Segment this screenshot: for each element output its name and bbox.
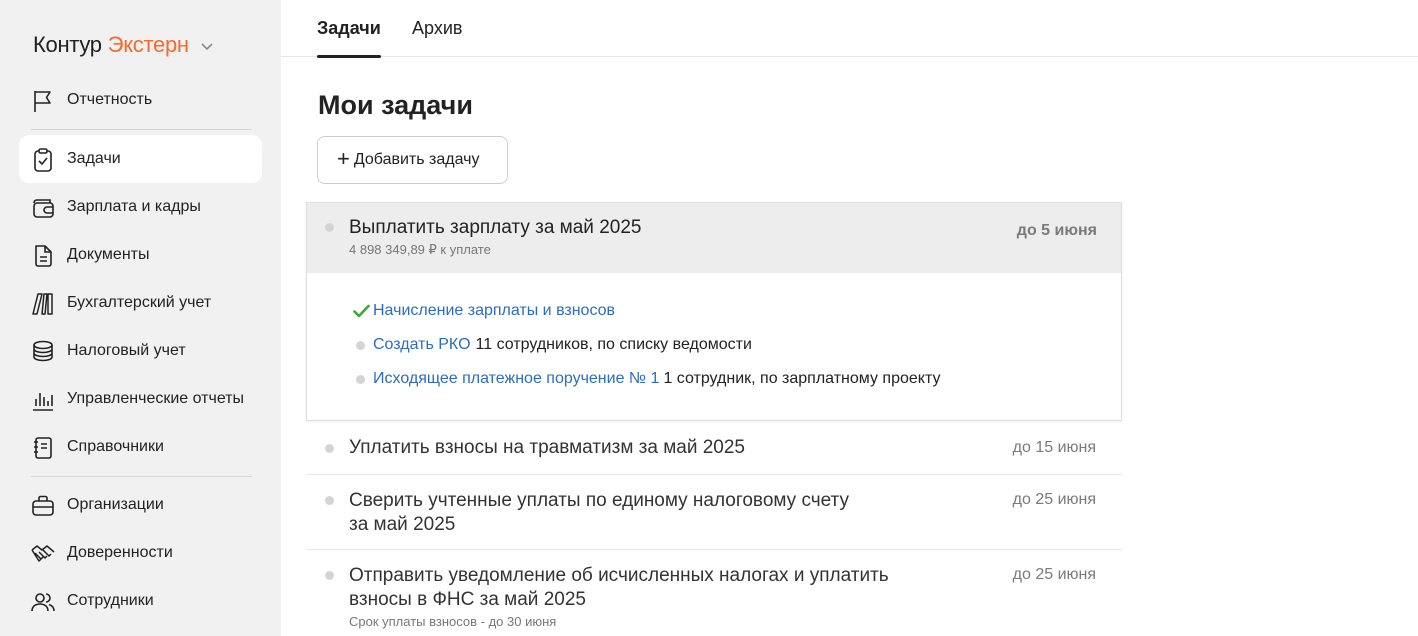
status-dot-icon	[353, 340, 373, 350]
subtask-item: Начисление зарплаты и взносов	[353, 301, 615, 321]
sidebar-divider	[31, 129, 252, 130]
subtask-link[interactable]: Начисление зарплаты и взносов	[373, 302, 615, 320]
task-title: за май 2025	[349, 514, 456, 535]
task-note: Срок уплаты взносов - до 30 июня	[349, 614, 557, 629]
task-row[interactable]: Отправить уведомление об исчисленных нал…	[306, 550, 1122, 636]
subtask-link[interactable]: Исходящее платежное поручение № 1	[373, 370, 659, 388]
task-title: Выплатить зарплату за май 2025	[349, 217, 642, 238]
sidebar-item-label: Справочники	[67, 438, 164, 455]
sidebar-divider	[31, 476, 252, 477]
document-icon	[30, 243, 56, 269]
product-name: Экстерн	[107, 32, 189, 57]
clipboard-check-icon	[30, 147, 56, 173]
sidebar-item-powers-of-attorney[interactable]: Доверенности	[19, 529, 262, 577]
top-tabs: Задачи Архив	[281, 0, 1418, 58]
task-title: Уплатить взносы на травматизм за май 202…	[349, 437, 746, 458]
sidebar: Контур Экстерн Отчетность Задачи Зарплат…	[0, 0, 281, 636]
status-dot-icon	[325, 223, 334, 232]
sidebar-item-label: Налоговый учет	[67, 342, 186, 359]
sidebar-item-employees[interactable]: Сотрудники	[19, 577, 262, 625]
task-row[interactable]: Сверить учтенные уплаты по единому налог…	[306, 475, 1122, 550]
notebook-icon	[30, 435, 56, 461]
sidebar-item-directories[interactable]: Справочники	[19, 423, 262, 471]
sidebar-item-label: Отчетность	[67, 91, 153, 108]
wallet-icon	[30, 195, 56, 221]
task-amount: 4 898 349,89 ₽ к уплате	[349, 242, 491, 257]
add-task-label: Добавить задачу	[353, 151, 480, 168]
sidebar-item-label: Документы	[67, 246, 150, 263]
sidebar-item-label: Управленческие отчеты	[67, 390, 245, 407]
task-row[interactable]: Уплатить взносы на травматизм за май 202…	[306, 422, 1122, 475]
subtask-details: 11 сотрудников, по списку ведомости	[475, 336, 752, 353]
sidebar-item-management-reports[interactable]: Управленческие отчеты	[19, 375, 262, 423]
sidebar-item-label: Задачи	[67, 150, 121, 167]
status-dot-icon	[325, 444, 334, 453]
sidebar-item-reporting[interactable]: Отчетность	[19, 76, 262, 124]
users-icon	[30, 589, 56, 615]
bar-chart-icon	[30, 387, 56, 413]
status-dot-icon	[353, 374, 373, 384]
sidebar-item-tasks[interactable]: Задачи	[19, 135, 262, 183]
coins-stack-icon	[30, 339, 56, 365]
tab-archive[interactable]: Архив	[412, 18, 462, 57]
flag-icon	[30, 88, 56, 114]
status-dot-icon	[325, 496, 334, 505]
books-icon	[30, 291, 56, 317]
sidebar-item-label: Зарплата и кадры	[67, 198, 201, 215]
subtask-link[interactable]: Создать РКО	[373, 336, 471, 354]
sidebar-item-organizations[interactable]: Организации	[19, 481, 262, 529]
sidebar-item-label: Доверенности	[67, 544, 173, 561]
expanded-task-card: Выплатить зарплату за май 2025 4 898 349…	[306, 202, 1122, 421]
sidebar-item-label: Организации	[67, 496, 164, 513]
sidebar-item-accounting[interactable]: Бухгалтерский учет	[19, 279, 262, 327]
sidebar-item-documents[interactable]: Документы	[19, 231, 262, 279]
sidebar-item-label: Сотрудники	[67, 592, 154, 609]
task-title: Сверить учтенные уплаты по единому налог…	[349, 490, 849, 511]
page-title: Мои задачи	[318, 90, 473, 120]
task-due-date: до 5 июня	[1016, 222, 1097, 239]
brand-name: Контур	[33, 32, 102, 57]
task-header[interactable]: Выплатить зарплату за май 2025 4 898 349…	[307, 203, 1121, 273]
task-title: Отправить уведомление об исчисленных нал…	[349, 565, 889, 586]
task-due-date: до 15 июня	[1012, 439, 1096, 456]
sidebar-item-salary[interactable]: Зарплата и кадры	[19, 183, 262, 231]
subtask-item: Создать РКО 11 сотрудников, по списку ве…	[353, 335, 752, 355]
tab-tasks[interactable]: Задачи	[317, 18, 381, 58]
add-task-button[interactable]: + Добавить задачу	[317, 136, 508, 184]
plus-icon: +	[337, 146, 350, 171]
sidebar-item-label: Бухгалтерский учет	[67, 294, 212, 311]
sidebar-item-tax[interactable]: Налоговый учет	[19, 327, 262, 375]
subtask-item: Исходящее платежное поручение № 1 1 сотр…	[353, 369, 940, 389]
handshake-icon	[30, 541, 56, 567]
subtask-details: 1 сотрудник, по зарплатному проекту	[663, 370, 941, 387]
briefcase-icon	[30, 493, 56, 519]
chevron-down-icon	[201, 43, 213, 51]
task-title: взносы в ФНС за май 2025	[349, 589, 586, 610]
product-switcher[interactable]: Контур Экстерн	[33, 31, 215, 59]
status-dot-icon	[325, 571, 334, 580]
task-due-date: до 25 июня	[1012, 491, 1096, 508]
task-due-date: до 25 июня	[1012, 566, 1096, 583]
checkmark-icon	[353, 304, 373, 318]
